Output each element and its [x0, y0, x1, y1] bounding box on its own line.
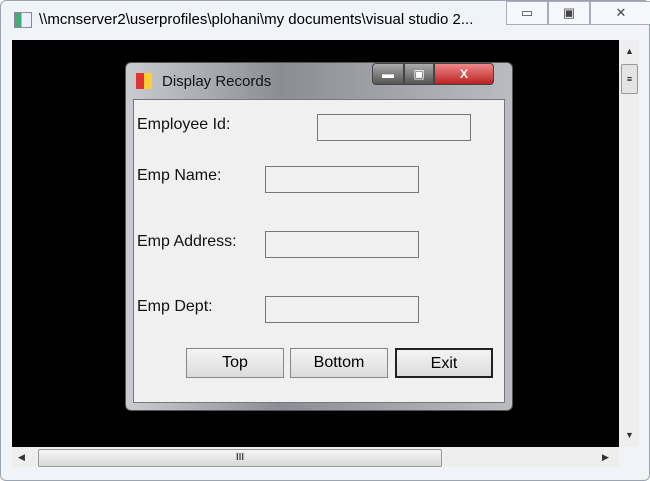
scroll-left-icon[interactable]: ◀ [18, 452, 25, 463]
emp-name-label: Emp Name: [137, 167, 222, 184]
emp-name-input[interactable] [265, 166, 419, 193]
display-records-dialog: Display Records ▬ ▣ X Employee Id: Emp N… [125, 62, 513, 411]
horizontal-scrollbar[interactable]: ◀ III ▶ [12, 447, 619, 467]
dialog-close-button[interactable]: X [434, 63, 494, 85]
emp-dept-label: Emp Dept: [137, 298, 213, 315]
bottom-button[interactable]: Bottom [290, 348, 388, 378]
vertical-scrollbar[interactable]: ▲ ≡ ▼ [619, 40, 639, 447]
dialog-title: Display Records [162, 73, 272, 90]
emp-dept-input[interactable] [265, 296, 419, 323]
scroll-right-icon[interactable]: ▶ [602, 452, 609, 463]
emp-address-input[interactable] [265, 231, 419, 258]
employee-id-input[interactable] [317, 114, 471, 141]
minimize-button[interactable]: ▭ [506, 1, 548, 25]
dialog-minimize-button[interactable]: ▬ [372, 63, 404, 85]
scroll-up-icon[interactable]: ▲ [625, 46, 634, 56]
vertical-scroll-thumb[interactable]: ≡ [621, 64, 638, 94]
horizontal-scroll-thumb[interactable]: III [38, 449, 442, 467]
form-icon [136, 73, 152, 89]
emp-address-label: Emp Address: [137, 233, 237, 250]
top-button[interactable]: Top [186, 348, 284, 378]
maximize-button[interactable]: ▣ [548, 1, 590, 25]
exit-button[interactable]: Exit [395, 348, 493, 378]
close-button[interactable]: ✕ [590, 1, 650, 25]
console-app-icon [14, 12, 32, 28]
form-client-area: Employee Id: Emp Name: Emp Address: Emp … [133, 99, 505, 403]
dialog-maximize-button[interactable]: ▣ [404, 63, 434, 85]
employee-id-label: Employee Id: [137, 116, 231, 133]
scroll-down-icon[interactable]: ▼ [625, 430, 634, 440]
window-title: \\mcnserver2\userprofiles\plohani\my doc… [39, 11, 474, 28]
